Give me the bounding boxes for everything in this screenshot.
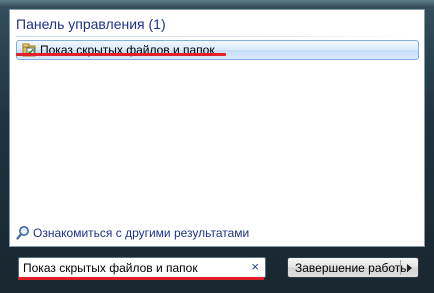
search-results-panel: Панель управления (1) Показ скрытых файл… (9, 9, 425, 247)
triangle-right-icon[interactable] (404, 263, 414, 273)
result-item-show-hidden-files[interactable]: Показ скрытых файлов и папок (16, 40, 419, 60)
start-menu-frame: Панель управления (1) Показ скрытых файл… (0, 0, 434, 293)
search-icon (16, 226, 29, 240)
clear-search-icon[interactable]: × (251, 260, 259, 274)
see-more-label: Ознакомиться с другими результатами (33, 226, 250, 240)
shutdown-button[interactable]: Завершение работы (287, 257, 419, 278)
annotation-underline-result (16, 53, 226, 56)
search-input-value: Показ скрытых файлов и папок (23, 261, 198, 275)
frame-top-edge (0, 0, 434, 8)
shutdown-divider (400, 260, 401, 275)
search-input[interactable]: Показ скрытых файлов и папок × (18, 257, 266, 278)
annotation-underline-search (18, 277, 264, 280)
group-title-control-panel: Панель управления (1) (16, 16, 166, 32)
group-divider (16, 36, 418, 37)
shutdown-label: Завершение работы (295, 261, 409, 275)
